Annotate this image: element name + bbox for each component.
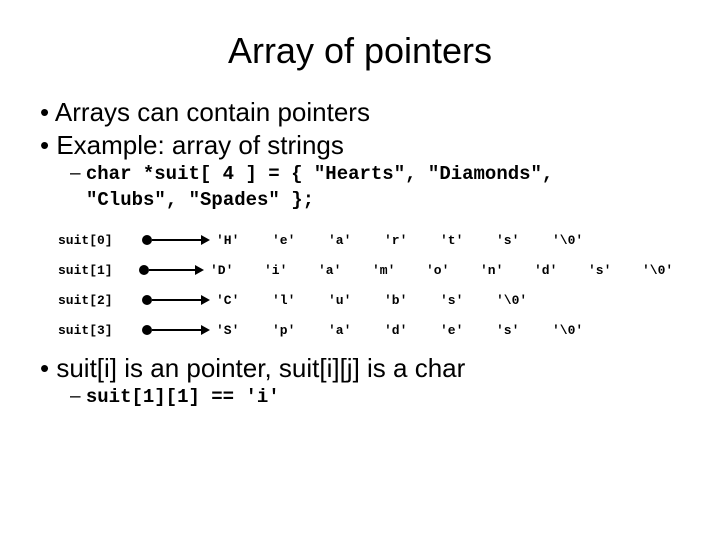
char-cell: 'a' <box>312 263 366 278</box>
row-label: suit[1] <box>58 263 137 278</box>
bullet-3: suit[i] is an pointer, suit[i][j] is a c… <box>40 353 690 384</box>
char-cell: 'e' <box>434 323 490 338</box>
char-cell: 'H' <box>210 233 266 248</box>
slide-title: Array of pointers <box>30 30 690 72</box>
char-cell: 's' <box>490 323 546 338</box>
char-cell: '\0' <box>490 293 546 308</box>
char-cell: 'C' <box>210 293 266 308</box>
char-cell: 'n' <box>474 263 528 278</box>
code-declaration-line2: "Clubs", "Spades" }; <box>86 189 690 211</box>
char-cell: '\0' <box>636 263 690 278</box>
bullet-2: Example: array of strings <box>40 130 690 161</box>
table-row: suit[0] 'H' 'e' 'a' 'r' 't' 's' '\0' <box>58 225 690 255</box>
char-cell: '\0' <box>546 323 602 338</box>
char-cell: 'S' <box>210 323 266 338</box>
char-cell: 'D' <box>204 263 258 278</box>
char-cell: 'a' <box>322 233 378 248</box>
pointer-arrow-icon <box>140 325 210 335</box>
char-cell: 'p' <box>266 323 322 338</box>
row-label: suit[0] <box>58 233 140 248</box>
char-cell: 'b' <box>378 293 434 308</box>
code-declaration-line1: char *suit[ 4 ] = { "Hearts", "Diamonds"… <box>70 163 690 185</box>
char-cell: 'i' <box>258 263 312 278</box>
row-label: suit[2] <box>58 293 140 308</box>
row-label: suit[3] <box>58 323 140 338</box>
bottom-bullet-list: suit[i] is an pointer, suit[i][j] is a c… <box>40 353 690 384</box>
char-cell: 's' <box>434 293 490 308</box>
char-cell: 's' <box>490 233 546 248</box>
pointer-arrow-icon <box>140 295 210 305</box>
char-cell: 'e' <box>266 233 322 248</box>
char-cell: '\0' <box>546 233 602 248</box>
sub-bullet-code: suit[1][1] == 'i' <box>70 386 690 408</box>
pointer-arrow-icon <box>140 235 210 245</box>
table-row: suit[2] 'C' 'l' 'u' 'b' 's' '\0' <box>58 285 690 315</box>
pointer-array-diagram: suit[0] 'H' 'e' 'a' 'r' 't' 's' '\0' sui… <box>58 225 690 345</box>
char-cell: 'r' <box>378 233 434 248</box>
char-cell: 'u' <box>322 293 378 308</box>
char-cell: 'a' <box>322 323 378 338</box>
bullet-list: Arrays can contain pointers Example: arr… <box>40 97 690 161</box>
char-cell: 'o' <box>420 263 474 278</box>
table-row: suit[3] 'S' 'p' 'a' 'd' 'e' 's' '\0' <box>58 315 690 345</box>
char-cell: 'm' <box>366 263 420 278</box>
bullet-1: Arrays can contain pointers <box>40 97 690 128</box>
char-cell: 't' <box>434 233 490 248</box>
char-cell: 'd' <box>528 263 582 278</box>
char-cell: 'l' <box>266 293 322 308</box>
char-cell: 's' <box>582 263 636 278</box>
char-cell: 'd' <box>378 323 434 338</box>
pointer-arrow-icon <box>137 265 204 275</box>
table-row: suit[1] 'D' 'i' 'a' 'm' 'o' 'n' 'd' 's' … <box>58 255 690 285</box>
